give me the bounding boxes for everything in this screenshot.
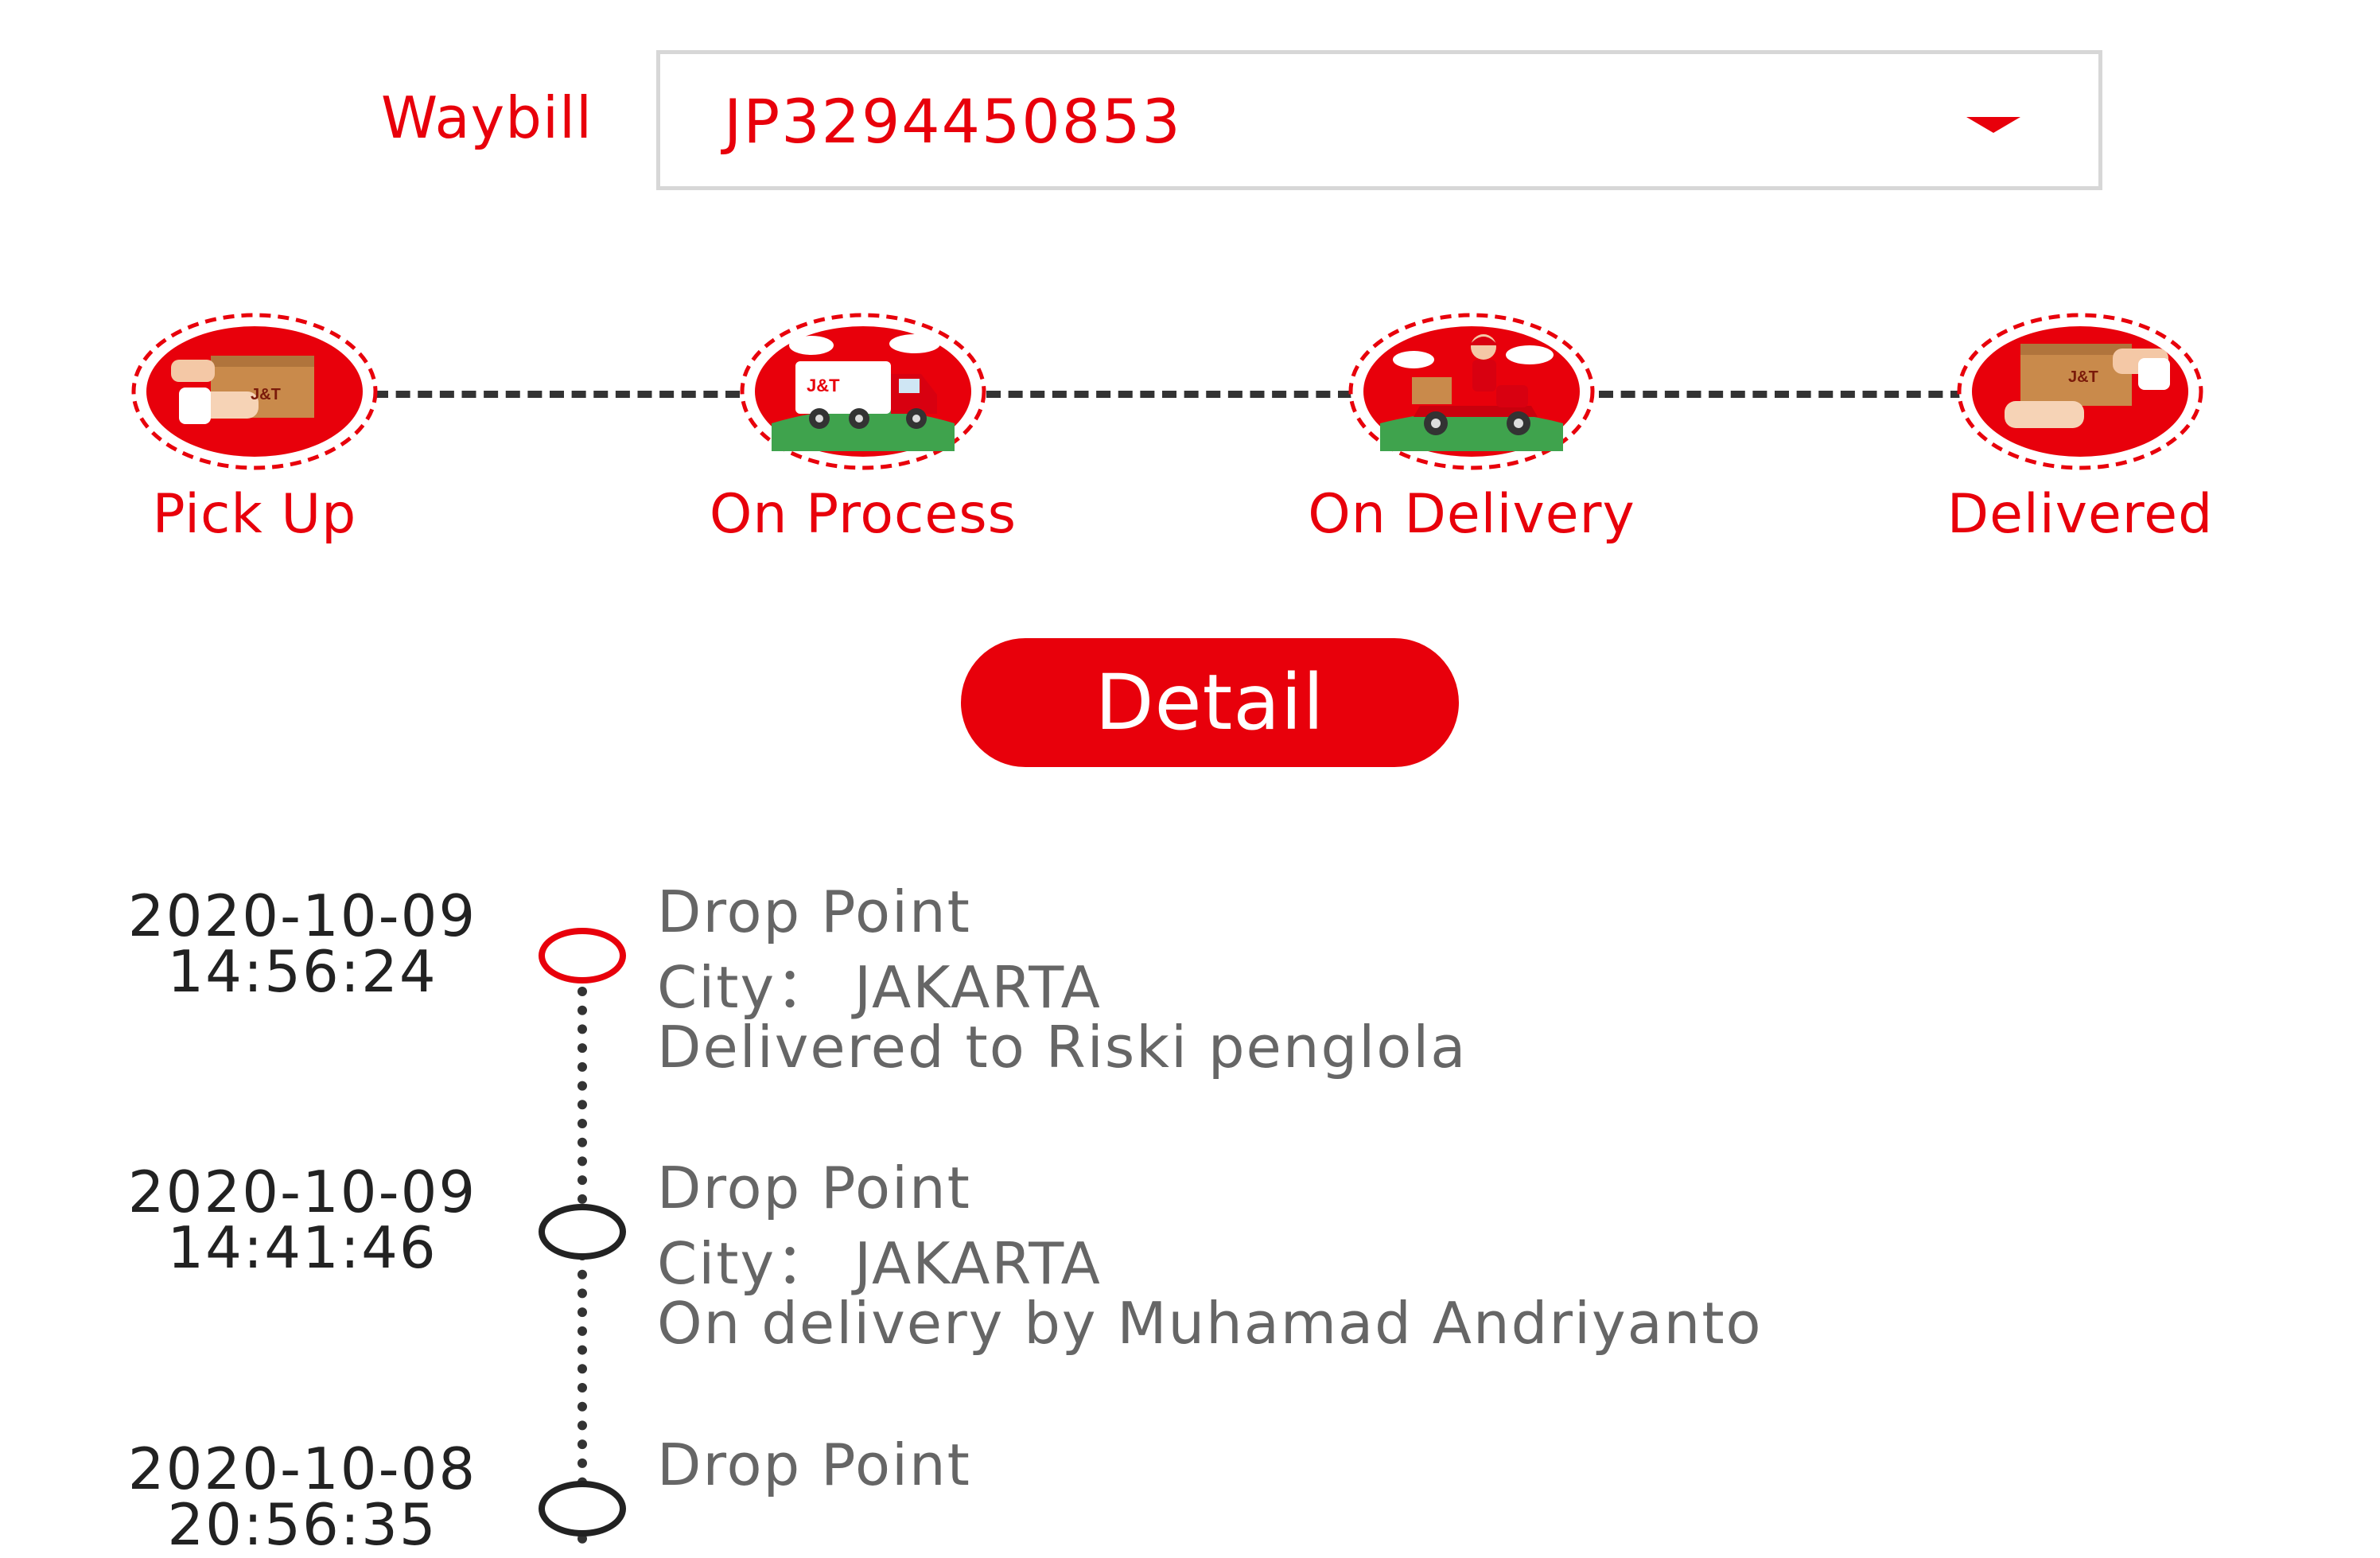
step-label: Delivered <box>1946 483 2214 546</box>
event-datetime: 2020-10-09 14:56:24 <box>32 882 573 1005</box>
event-time: 20:56:35 <box>167 1491 438 1558</box>
event-info: Drop Point <box>657 1425 971 1505</box>
event-description: Delivered to Riski penglola <box>657 1014 1468 1081</box>
event-description: On delivery by Muhamad Andriyanto <box>657 1290 1763 1357</box>
svg-text:J&T: J&T <box>2068 368 2098 386</box>
step-on-delivery: On Delivery <box>1249 312 1694 551</box>
delivered-package-icon: J&T <box>1957 312 2203 471</box>
event-datetime: 2020-10-09 14:41:46 <box>32 1159 573 1281</box>
step-delivered: J&T Delivered <box>1857 312 2303 551</box>
event-date: 2020-10-08 <box>127 1435 477 1502</box>
step-on-process: J&T On Process <box>640 312 1086 551</box>
event-title: Drop Point <box>657 878 971 945</box>
event-city: City： JAKARTA <box>657 954 1102 1021</box>
event-city: City： JAKARTA <box>657 1230 1102 1297</box>
pickup-package-icon: J&T <box>131 312 378 471</box>
event-info: Drop Point City： JAKARTA Delivered to Ri… <box>657 872 1467 1079</box>
status-progress: J&T Pick Up J&T On Process On Delivery J… <box>0 0 2380 573</box>
event-title: Drop Point <box>657 1431 971 1498</box>
step-pick-up: J&T Pick Up <box>32 312 477 551</box>
delivery-truck-icon: J&T <box>740 312 986 471</box>
courier-scooter-icon <box>1348 312 1595 471</box>
event-time: 14:41:46 <box>167 1214 438 1281</box>
event-date: 2020-10-09 <box>127 1159 477 1225</box>
detail-button[interactable]: Detail <box>961 638 1459 767</box>
svg-text:J&T: J&T <box>807 376 840 395</box>
event-datetime: 2020-10-08 20:56:35 <box>32 1435 573 1558</box>
event-title: Drop Point <box>657 1155 971 1221</box>
step-label: On Process <box>709 483 1017 546</box>
current-status-dot-icon <box>539 928 626 983</box>
svg-text:J&T: J&T <box>251 386 281 403</box>
event-info: Drop Point City： JAKARTA On delivery by … <box>657 1148 1763 1355</box>
step-label: Pick Up <box>152 483 357 546</box>
timeline-line <box>578 987 587 1544</box>
status-dot-icon <box>539 1204 626 1260</box>
step-label: On Delivery <box>1308 483 1635 546</box>
event-date: 2020-10-09 <box>127 882 477 949</box>
event-time: 14:56:24 <box>167 938 438 1005</box>
status-dot-icon <box>539 1481 626 1537</box>
